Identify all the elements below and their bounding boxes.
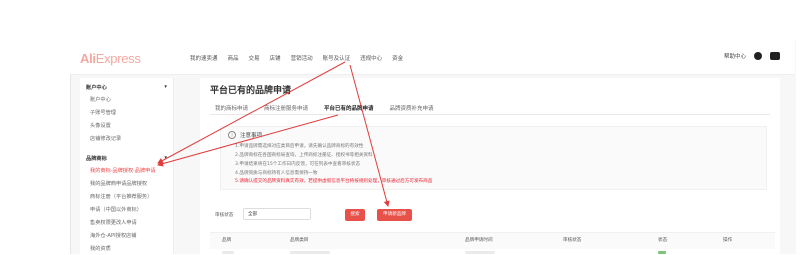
- filter-label: 审核状态: [215, 213, 234, 218]
- sidebar-item[interactable]: 头像设置: [80, 119, 173, 132]
- sidebar-group-brand[interactable]: 品牌商标 ▾: [80, 149, 173, 164]
- nav-item-account[interactable]: 账号及认证: [323, 54, 351, 62]
- info-icon: !: [228, 131, 236, 139]
- user-avatar-icon[interactable]: [754, 52, 762, 60]
- sidebar-item[interactable]: 我的品牌商申请品牌授权: [80, 177, 173, 190]
- chevron-down-icon: ▾: [164, 84, 167, 90]
- sidebar-item[interactable]: 售卖权限更改人申请: [80, 216, 173, 229]
- sidebar-item-brand-apply[interactable]: 我的商标·品牌授权·品牌申请: [80, 164, 173, 177]
- status-select[interactable]: 全部: [243, 208, 311, 220]
- sidebar-group-title: 账户中心: [86, 85, 107, 91]
- search-button[interactable]: 搜索: [345, 209, 365, 221]
- page-title: 平台已有的品牌申请: [210, 86, 292, 96]
- notice-line-warning: 5.请确认提交的品牌资料真实有效，若提供虚假信息平台将按规则处理，审核通过后方可…: [235, 179, 433, 184]
- notice-header: ! 注意事项: [228, 131, 262, 139]
- nav-item[interactable]: 店铺: [270, 54, 281, 62]
- sidebar: 账户中心 ▾ 账户中心 子账号管理 头像设置 店铺修改记录 品牌商标 ▾ 我的商标·…: [80, 78, 174, 254]
- notice-line: 2.品牌商标在各国商标局查询，上传商标注册证、授权书等相关资料: [235, 153, 373, 158]
- notice-line: 4.品牌资质与商标持有人信息需保持一致: [235, 171, 318, 176]
- top-right-tools: 帮助中心: [724, 52, 780, 60]
- menu-icon[interactable]: [770, 52, 780, 60]
- notice-title: 注意事项: [240, 133, 263, 139]
- column-header: 品牌类目: [290, 238, 309, 243]
- sidebar-group-title: 品牌商标: [86, 156, 107, 162]
- main-nav: 我的速卖通 商品 交易 店铺 营销活动 账号及认证 违规中心 资金: [190, 54, 403, 62]
- column-header: 状态: [658, 238, 668, 243]
- nav-item[interactable]: 商品: [228, 54, 239, 62]
- logo-main: Ali: [80, 51, 96, 66]
- nav-item[interactable]: 违规中心: [360, 54, 382, 62]
- sidebar-item[interactable]: 申请（中国以外商标）: [80, 203, 173, 216]
- notice-line: 3.申请结果将在15个工作日内反馈，可在列表中查看审核状态: [235, 162, 361, 167]
- column-header: 品牌申请时间: [465, 238, 493, 243]
- chevron-down-icon: ▾: [164, 155, 167, 161]
- nav-item[interactable]: 资金: [392, 54, 403, 62]
- sidebar-item[interactable]: 商标注册（平台推荐服务）: [80, 190, 173, 203]
- sidebar-group-account[interactable]: 账户中心 ▾: [80, 78, 173, 93]
- sidebar-item[interactable]: 店铺修改记录: [80, 132, 173, 145]
- top-bar: [70, 40, 795, 75]
- apply-new-brand-button[interactable]: 申请新品牌: [377, 209, 412, 221]
- sidebar-item[interactable]: 子账号管理: [80, 106, 173, 119]
- nav-item[interactable]: 我的速卖通: [190, 54, 218, 62]
- sidebar-item[interactable]: 我的资质: [80, 242, 173, 255]
- tab-divider: [210, 114, 770, 115]
- column-header: 品牌: [222, 238, 232, 243]
- nav-item[interactable]: 营销活动: [291, 54, 313, 62]
- help-link[interactable]: 帮助中心: [724, 52, 746, 60]
- aliexpress-logo[interactable]: AliExpress: [80, 51, 141, 66]
- notice-line: 1.申请品牌需选择对应类目后申请，请先确认品牌商标的有效性: [235, 144, 364, 149]
- sidebar-item[interactable]: 海外仓-API授权店铺: [80, 229, 173, 242]
- logo-rest: Express: [95, 51, 141, 66]
- sidebar-item[interactable]: 账户中心: [80, 93, 173, 106]
- column-header: 操作: [723, 238, 733, 243]
- nav-item[interactable]: 交易: [249, 54, 260, 62]
- column-header: 审核状态: [563, 238, 582, 243]
